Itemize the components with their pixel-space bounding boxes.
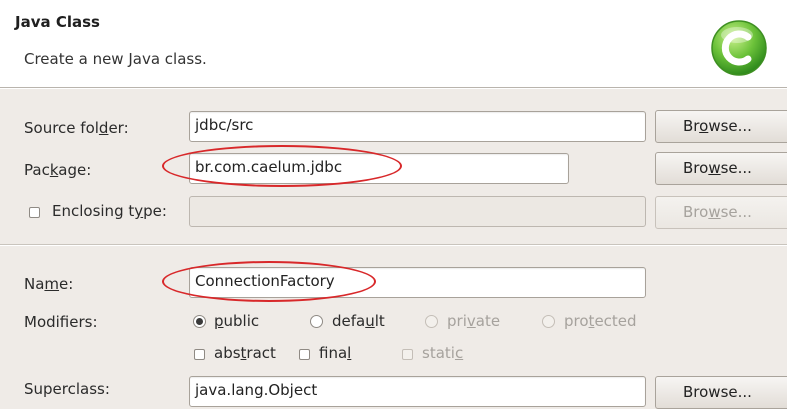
enclosing-type-field[interactable] bbox=[189, 196, 646, 227]
source-folder-field[interactable]: jdbc/src bbox=[189, 111, 646, 142]
final-label: final bbox=[319, 344, 352, 362]
protected-label: protected bbox=[564, 312, 637, 330]
package-highlight-ellipse bbox=[162, 145, 402, 187]
superclass-browse-button[interactable]: Browse... bbox=[655, 376, 787, 409]
protected-radio[interactable] bbox=[542, 315, 555, 328]
page-description: Create a new Java class. bbox=[24, 50, 207, 68]
source-folder-label: Source folder: bbox=[24, 119, 129, 137]
public-label: public bbox=[214, 312, 260, 330]
enclosing-type-label: Enclosing type: bbox=[52, 202, 167, 220]
private-label: private bbox=[447, 312, 501, 330]
name-label: Name: bbox=[24, 275, 74, 293]
wizard-header: Java Class Create a new Java class. bbox=[0, 0, 787, 87]
package-label: Package: bbox=[24, 161, 92, 179]
final-checkbox[interactable] bbox=[299, 349, 310, 360]
page-title: Java Class bbox=[15, 13, 100, 31]
package-browse-button[interactable]: Browse... bbox=[655, 152, 787, 185]
enclosing-type-checkbox[interactable] bbox=[29, 207, 40, 218]
superclass-field[interactable]: java.lang.Object bbox=[189, 376, 646, 407]
static-checkbox[interactable] bbox=[402, 349, 413, 360]
public-radio[interactable] bbox=[193, 315, 206, 328]
superclass-label: Superclass: bbox=[24, 380, 110, 398]
new-class-icon bbox=[711, 20, 767, 76]
abstract-label: abstract bbox=[214, 344, 276, 362]
modifiers-label: Modifiers: bbox=[24, 313, 98, 331]
static-label: static bbox=[422, 344, 464, 362]
abstract-checkbox[interactable] bbox=[194, 349, 205, 360]
default-label: default bbox=[332, 312, 385, 330]
name-highlight-ellipse bbox=[162, 261, 376, 302]
enclosing-type-browse-button[interactable]: Browse... bbox=[655, 196, 787, 229]
default-radio[interactable] bbox=[310, 315, 323, 328]
source-folder-browse-button[interactable]: Browse... bbox=[655, 110, 787, 143]
private-radio[interactable] bbox=[425, 315, 438, 328]
